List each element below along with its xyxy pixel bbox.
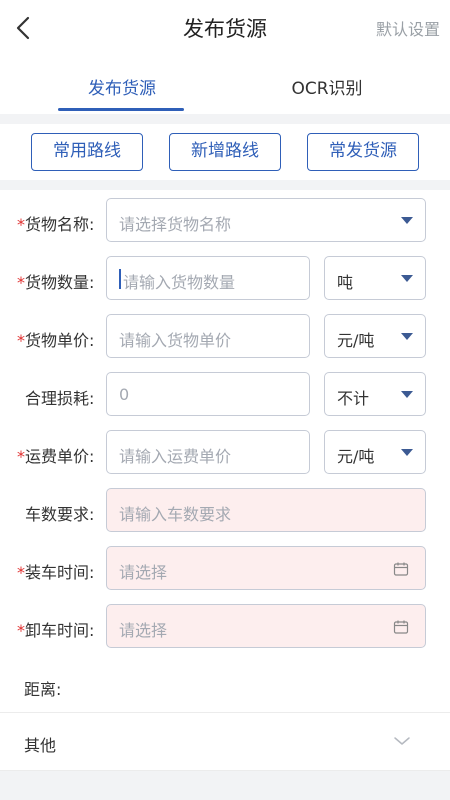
truck-requirement-placeholder: 请输入车数要求 — [119, 505, 232, 524]
load-time-placeholder: 请选择 — [119, 563, 168, 582]
freight-price-unit-select[interactable]: 元/吨 — [324, 430, 426, 474]
cargo-name-label: *货物名称: — [17, 215, 95, 234]
frequent-cargo-button[interactable]: 常发货源 — [307, 133, 419, 171]
reasonable-loss-value: 0 — [119, 385, 130, 404]
add-route-button[interactable]: 新增路线 — [169, 133, 281, 171]
tab-bar: 发布货源 OCR识别 — [0, 56, 450, 114]
freight-price-placeholder: 请输入运费单价 — [119, 447, 232, 466]
section-divider — [0, 180, 450, 190]
cargo-price-label: *货物单价: — [17, 331, 95, 350]
freight-price-label: *运费单价: — [17, 447, 95, 466]
cargo-name-placeholder: 请选择货物名称 — [119, 215, 232, 234]
cargo-quantity-unit-select[interactable]: 吨 — [324, 256, 426, 300]
cargo-price-placeholder: 请输入货物单价 — [119, 331, 232, 350]
reasonable-loss-input[interactable]: 0 — [106, 372, 310, 416]
calendar-icon — [393, 562, 409, 576]
text-cursor — [119, 269, 121, 289]
top-app-bar: 发布货源 默认设置 — [0, 0, 450, 56]
dropdown-arrow-icon — [401, 275, 413, 282]
back-arrow-icon[interactable] — [12, 14, 36, 42]
common-routes-button[interactable]: 常用路线 — [31, 133, 143, 171]
reasonable-loss-unit-select[interactable]: 不计 — [324, 372, 426, 416]
dropdown-arrow-icon — [401, 391, 413, 398]
cargo-quantity-label: *货物数量: — [17, 273, 95, 292]
reasonable-loss-label: 合理损耗: — [25, 389, 95, 408]
default-settings-button[interactable]: 默认设置 — [376, 16, 440, 40]
reasonable-loss-unit-value: 不计 — [337, 389, 370, 408]
unload-time-placeholder: 请选择 — [119, 621, 168, 640]
chevron-down-icon[interactable] — [393, 734, 411, 748]
active-tab-indicator — [58, 108, 184, 111]
cargo-price-unit-select[interactable]: 元/吨 — [324, 314, 426, 358]
required-mark: * — [17, 331, 25, 350]
divider-line — [0, 712, 450, 713]
freight-price-input[interactable]: 请输入运费单价 — [106, 430, 310, 474]
required-mark: * — [17, 621, 25, 640]
tab-ocr[interactable]: OCR识别 — [262, 74, 392, 99]
dropdown-arrow-icon — [401, 449, 413, 456]
required-mark: * — [17, 447, 25, 466]
other-section-toggle[interactable]: 其他 — [24, 732, 56, 756]
freight-price-unit-value: 元/吨 — [337, 447, 375, 466]
required-mark: * — [17, 215, 25, 234]
cargo-quantity-unit-value: 吨 — [337, 273, 354, 292]
truck-requirement-input[interactable]: 请输入车数要求 — [106, 488, 426, 532]
calendar-icon — [393, 620, 409, 634]
cargo-quantity-input[interactable]: 请输入货物数量 — [106, 256, 310, 300]
cargo-name-select[interactable]: 请选择货物名称 — [106, 198, 426, 242]
load-time-picker[interactable]: 请选择 — [106, 546, 426, 590]
truck-requirement-label: 车数要求: — [25, 505, 95, 524]
load-time-label: *装车时间: — [17, 563, 95, 582]
cargo-price-input[interactable]: 请输入货物单价 — [106, 314, 310, 358]
dropdown-arrow-icon — [401, 333, 413, 340]
required-mark: * — [17, 563, 25, 582]
tab-publish-cargo[interactable]: 发布货源 — [60, 74, 184, 99]
cargo-quantity-placeholder: 请输入货物数量 — [123, 273, 236, 292]
distance-label: 距离: — [24, 680, 62, 699]
unload-time-picker[interactable]: 请选择 — [106, 604, 426, 648]
unload-time-label: *卸车时间: — [17, 621, 95, 640]
required-mark: * — [17, 273, 25, 292]
bottom-band — [0, 771, 450, 800]
cargo-price-unit-value: 元/吨 — [337, 331, 375, 350]
section-divider — [0, 114, 450, 124]
dropdown-arrow-icon — [401, 217, 413, 224]
